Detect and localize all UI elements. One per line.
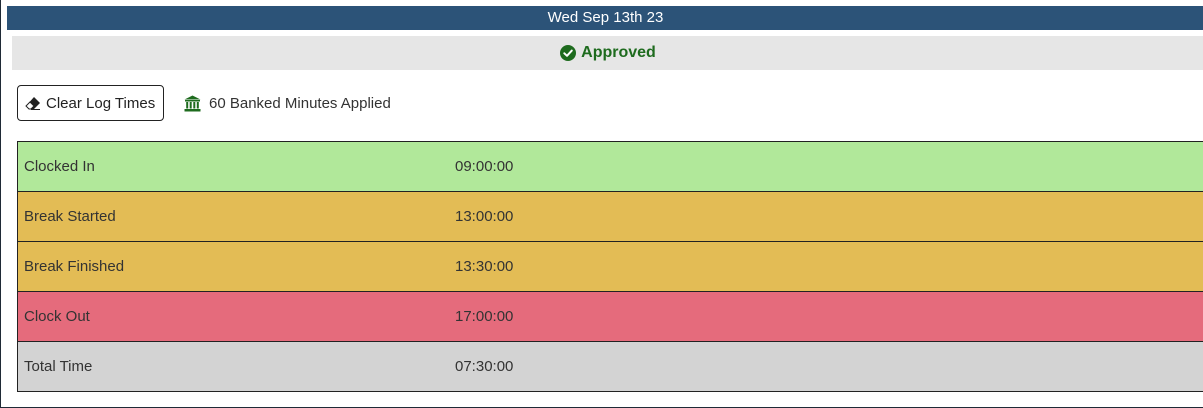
log-times-table: Clocked In 09:00:00 Break Started 13:00:… [17,141,1203,392]
banked-minutes-label: 60 Banked Minutes Applied [209,94,391,112]
status-banner: Approved [12,36,1203,70]
log-row-time: 13:30:00 [455,258,514,275]
log-row-time: 09:00:00 [455,158,514,175]
banked-minutes-info: 60 Banked Minutes Applied [184,92,391,114]
status-label: Approved [581,44,656,61]
eraser-icon [25,95,41,111]
log-row-clock-out: Clock Out 17:00:00 [18,292,1203,342]
log-row-label: Break Started [24,208,116,225]
log-row-label: Total Time [24,358,93,375]
bank-icon [184,95,201,112]
log-row-label: Break Finished [24,258,125,275]
log-row-clocked-in: Clocked In 09:00:00 [18,142,1203,192]
log-row-time: 17:00:00 [455,308,514,325]
log-row-break-finished: Break Finished 13:30:00 [18,242,1203,292]
check-circle-icon [560,45,577,61]
log-row-total-time: Total Time 07:30:00 [18,342,1203,392]
clear-log-times-label: Clear Log Times [46,94,156,112]
log-row-break-started: Break Started 13:00:00 [18,192,1203,242]
log-row-time: 07:30:00 [455,358,514,375]
log-row-time: 13:00:00 [455,208,514,225]
date-header: Wed Sep 13th 23 [7,6,1203,30]
log-row-label: Clocked In [24,158,95,175]
log-row-label: Clock Out [24,308,90,325]
clear-log-times-button[interactable]: Clear Log Times [17,85,164,121]
day-log-panel: Wed Sep 13th 23 Approved Clear Log Times [0,0,1203,408]
